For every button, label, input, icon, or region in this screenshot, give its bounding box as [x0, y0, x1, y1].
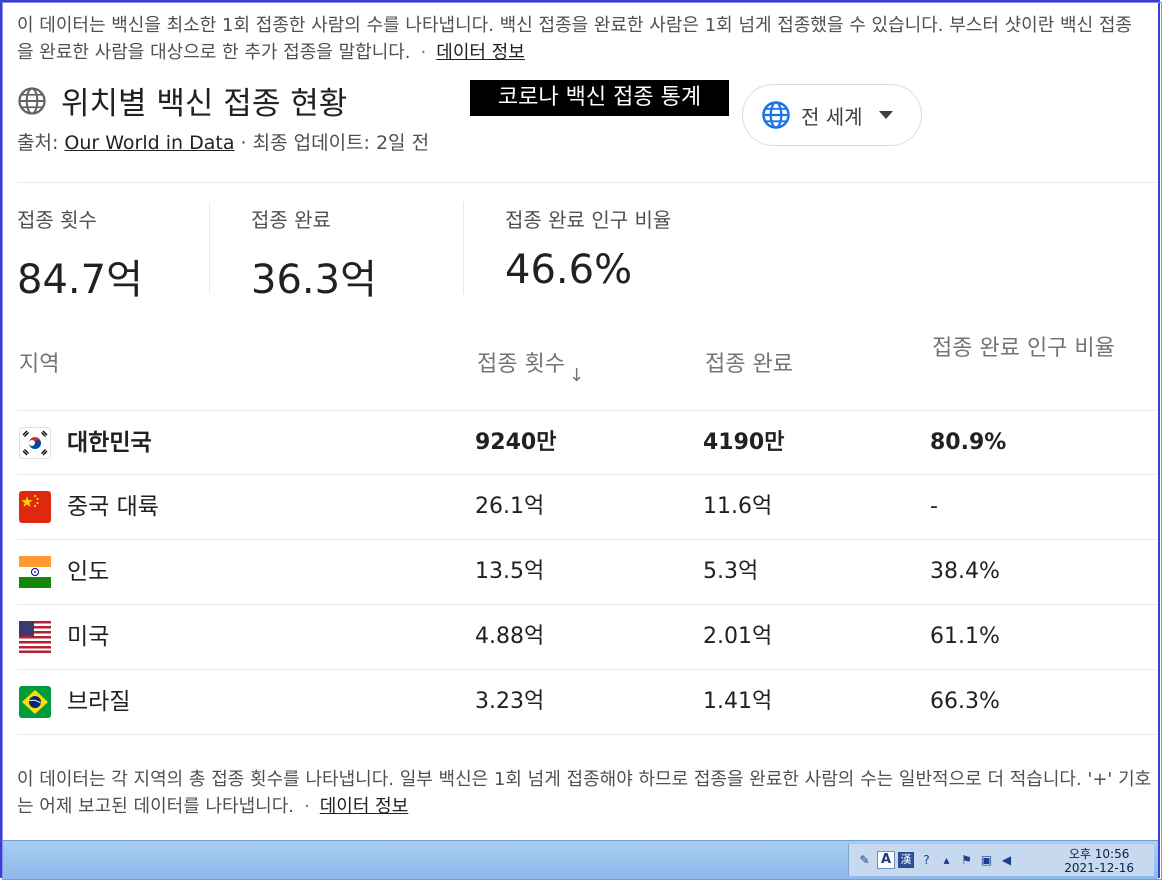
source-line: 출처: Our World in Data · 최종 업데이트: 2일 전: [17, 128, 429, 155]
percent-value: 38.4%: [930, 559, 1000, 584]
region-name: 브라질: [67, 689, 131, 715]
percent-value: 61.1%: [930, 624, 1000, 649]
title-row: 위치별 백신 접종 현황: [17, 78, 347, 123]
percent-value: 66.3%: [930, 689, 1000, 714]
stat-value: 36.3억: [251, 257, 377, 303]
stat-label: 접종 완료 인구 비율: [505, 208, 672, 232]
stat-label: 접종 완료: [251, 208, 331, 232]
region-name: 중국 대륙: [67, 494, 159, 520]
dropdown-caret-icon: [878, 111, 893, 119]
table-row[interactable]: 브라질 3.23억 1.41억 66.3%: [17, 670, 1157, 734]
clock-time: 오후 10:56: [1068, 847, 1130, 861]
help-icon[interactable]: ?: [919, 853, 934, 868]
column-header-percent[interactable]: 접종 완료 인구 비율: [932, 332, 1132, 366]
last-updated: · 최종 업데이트: 2일 전: [240, 132, 430, 154]
stat-fully-vaccinated: 접종 완료 36.3억: [251, 204, 377, 305]
completed-value: 11.6억: [703, 494, 773, 519]
table-row[interactable]: 인도 13.5억 5.3억 38.4%: [17, 540, 1157, 604]
column-header-completed[interactable]: 접종 완료: [705, 348, 793, 382]
ime-mode-icon[interactable]: A: [877, 851, 895, 869]
stat-percent-vaccinated: 접종 완료 인구 비율 46.6%: [505, 204, 671, 293]
volume-icon[interactable]: ◀: [999, 853, 1014, 868]
doses-value: 13.5억: [475, 559, 545, 584]
intro-text-block: 이 데이터는 백신을 최소한 1회 접종한 사람의 수를 나타냅니다. 백신 접…: [17, 12, 1147, 66]
region-selector-button[interactable]: 전 세계: [742, 84, 922, 146]
source-link[interactable]: Our World in Data: [64, 132, 234, 154]
separator-dot: ·: [304, 796, 310, 817]
intro-text: 이 데이터는 백신을 최소한 1회 접종한 사람의 수를 나타냅니다. 백신 접…: [17, 15, 1132, 63]
percent-value: 80.9%: [930, 430, 1007, 455]
usa-flag-icon: [19, 621, 51, 653]
completed-value: 2.01억: [703, 624, 773, 649]
percent-value: -: [930, 494, 938, 519]
doses-value: 3.23억: [475, 689, 545, 714]
brazil-flag-icon: [19, 686, 51, 718]
region-name: 인도: [67, 559, 110, 585]
arrow-down-icon: ↓: [568, 365, 585, 386]
stat-label: 접종 횟수: [17, 208, 97, 232]
completed-value: 5.3억: [703, 559, 759, 584]
doses-value: 26.1억: [475, 494, 545, 519]
china-flag-icon: [19, 491, 51, 523]
column-header-doses-label: 접종 횟수: [477, 352, 565, 377]
hanja-icon[interactable]: 漢: [898, 852, 914, 868]
stat-divider: [463, 202, 464, 294]
region-name: 미국: [67, 624, 110, 650]
table-row[interactable]: 중국 대륙 26.1억 11.6억 -: [17, 475, 1157, 539]
globe-blue-icon: [762, 101, 790, 129]
india-flag-icon: [19, 556, 51, 588]
action-center-flag-icon[interactable]: ⚑: [959, 853, 974, 868]
doses-value: 4.88억: [475, 624, 545, 649]
tray-expand-icon[interactable]: ▴: [939, 853, 954, 868]
region-selector-label: 전 세계: [801, 104, 863, 129]
table-row[interactable]: 미국 4.88억 2.01억 61.1%: [17, 605, 1157, 669]
source-label: 출처:: [17, 132, 65, 154]
network-icon[interactable]: ▣: [979, 853, 994, 868]
doses-value: 9240만: [475, 430, 557, 455]
data-info-link-bottom[interactable]: 데이터 정보: [320, 796, 409, 817]
stats-banner: 코로나 백신 접종 통계: [470, 80, 729, 116]
region-name: 대한민국: [67, 430, 152, 456]
system-tray: ✎ A 漢 ? ▴ ⚑ ▣ ◀ 오후 10:56 2021-12-16: [848, 844, 1154, 876]
south-korea-flag-icon: [19, 427, 51, 459]
globe-icon: [18, 86, 46, 115]
clock[interactable]: 오후 10:56 2021-12-16: [1064, 847, 1134, 875]
column-header-doses[interactable]: 접종 횟수 ↓: [477, 348, 585, 386]
page-title: 위치별 백신 접종 현황: [61, 86, 348, 122]
stat-total-doses: 접종 횟수 84.7억: [17, 204, 143, 305]
section-divider: [17, 182, 1157, 183]
data-info-link-top[interactable]: 데이터 정보: [436, 42, 525, 63]
ime-tool-icon[interactable]: ✎: [857, 853, 872, 868]
clock-date: 2021-12-16: [1064, 861, 1134, 875]
row-divider: [17, 734, 1157, 735]
stat-value: 84.7억: [17, 257, 143, 303]
separator-dot: ·: [420, 42, 427, 63]
completed-value: 1.41억: [703, 689, 773, 714]
footnote-block: 이 데이터는 각 지역의 총 접종 횟수를 나타냅니다. 일부 백신은 1회 넘…: [17, 766, 1152, 820]
footnote-text: 이 데이터는 각 지역의 총 접종 횟수를 나타냅니다. 일부 백신은 1회 넘…: [17, 769, 1152, 817]
column-header-region[interactable]: 지역: [19, 348, 59, 382]
stat-divider: [209, 202, 210, 294]
completed-value: 4190만: [703, 430, 785, 455]
stat-value: 46.6%: [505, 247, 633, 293]
table-row[interactable]: 대한민국 9240만 4190만 80.9%: [17, 411, 1157, 475]
